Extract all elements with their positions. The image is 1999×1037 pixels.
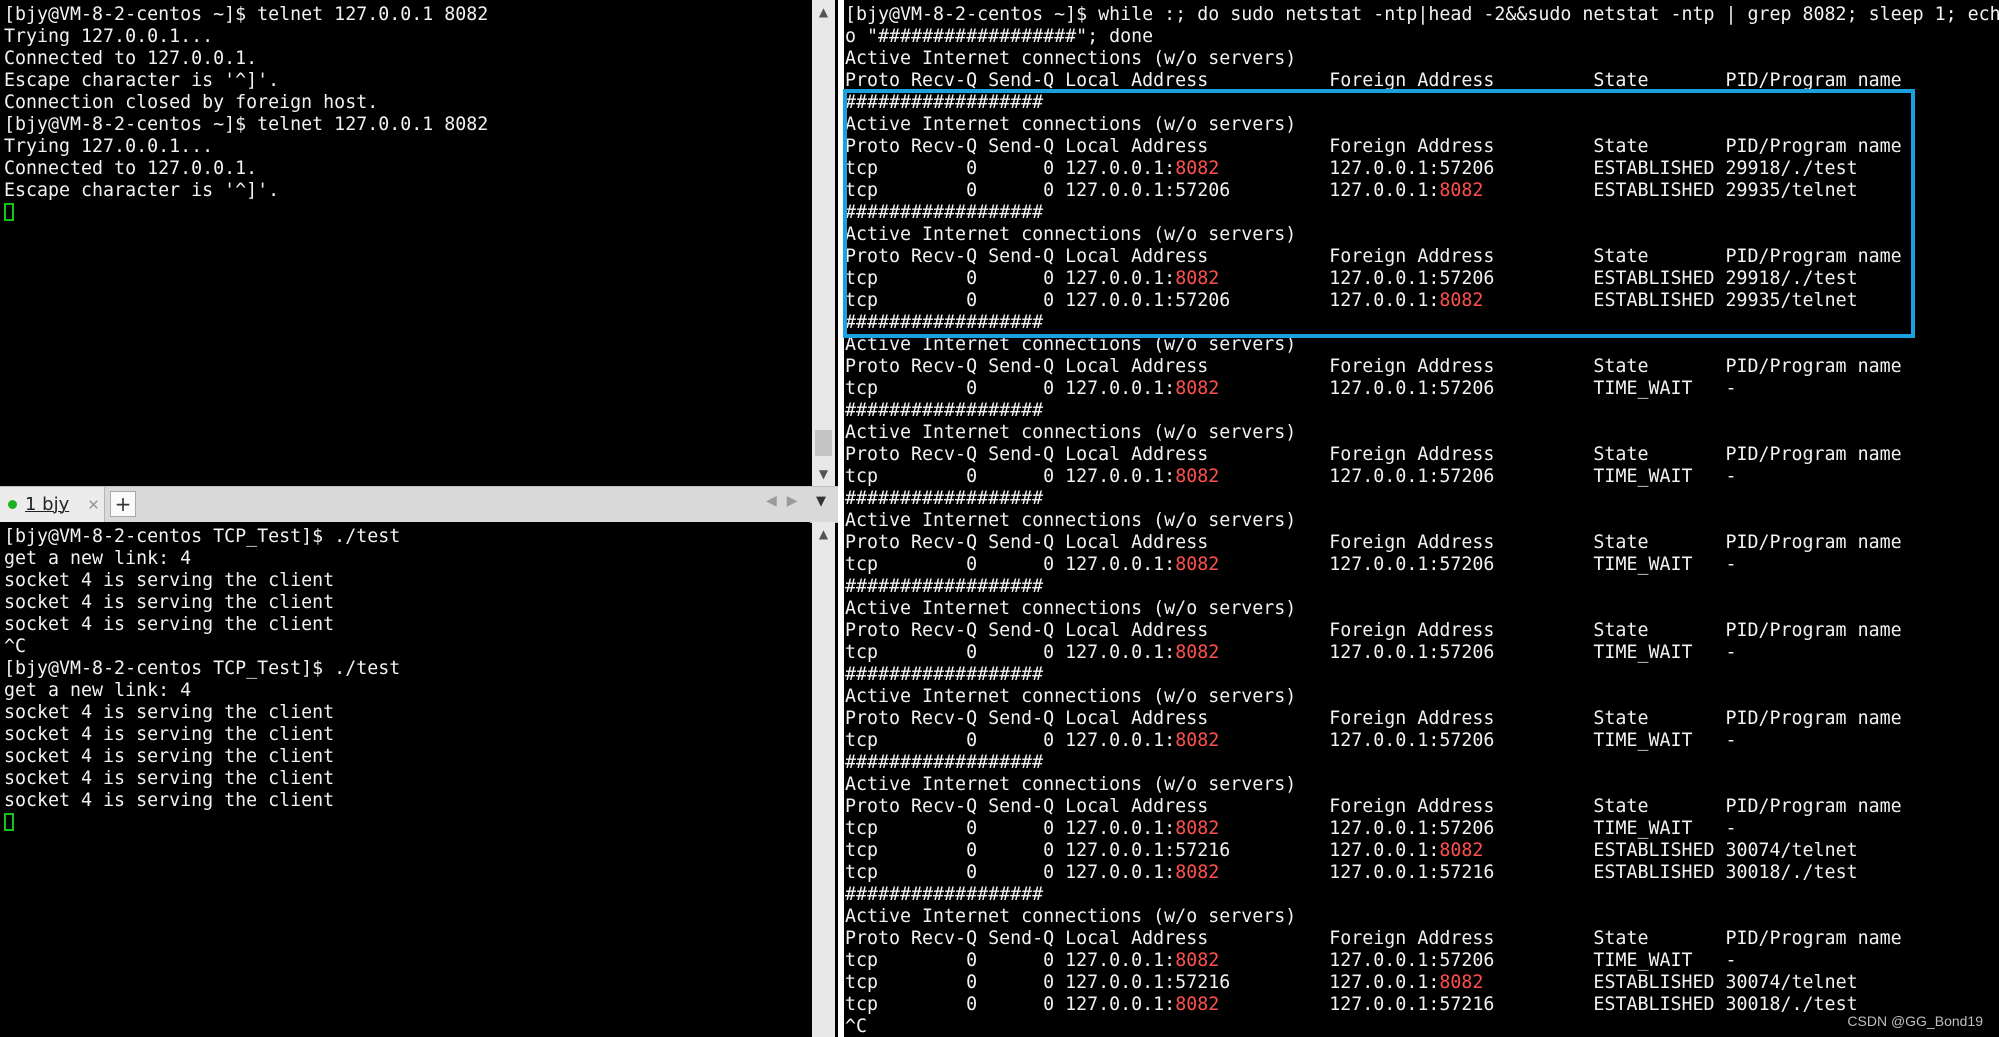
highlighted-port: 8082	[1175, 642, 1220, 663]
terminal-line: tcp 0 0 127.0.0.1:8082 127.0.0.1:57206 T…	[845, 466, 1737, 487]
bottom-left-scrollbar[interactable]: ▲	[812, 522, 835, 1037]
prompt-line	[4, 202, 488, 224]
terminal-line: socket 4 is serving the client	[4, 570, 335, 591]
highlighted-port: 8082	[1175, 554, 1220, 575]
terminal-line: [bjy@VM-8-2-centos TCP_Test]$ ./test	[4, 658, 401, 679]
connected-status-icon	[8, 500, 17, 509]
terminal-line: ##################	[845, 752, 1044, 773]
terminal-line: Proto Recv-Q Send-Q Local Address Foreig…	[845, 356, 1902, 377]
terminal-line: ##################	[845, 664, 1044, 685]
terminal-line: Proto Recv-Q Send-Q Local Address Foreig…	[845, 444, 1902, 465]
tab-prev-icon[interactable]: ◀	[766, 493, 787, 509]
annotation-highlight-box	[843, 89, 1915, 338]
terminal-line: socket 4 is serving the client	[4, 768, 335, 789]
terminal-line: Active Internet connections (w/o servers…	[845, 422, 1297, 443]
terminal-line: Proto Recv-Q Send-Q Local Address Foreig…	[845, 928, 1902, 949]
highlighted-port: 8082	[1439, 840, 1484, 861]
watermark: CSDN @GG_Bond19	[1847, 1013, 1983, 1029]
terminal-line: Active Internet connections (w/o servers…	[845, 774, 1297, 795]
terminal-line: ##################	[845, 488, 1044, 509]
session-tab-bar: 1 bjy ✕ + ◀▶ ▼	[0, 486, 838, 523]
terminal-line: tcp 0 0 127.0.0.1:8082 127.0.0.1:57206 T…	[845, 378, 1737, 399]
terminal-line: ##################	[845, 400, 1044, 421]
terminal-line: tcp 0 0 127.0.0.1:8082 127.0.0.1:57216 E…	[845, 994, 1858, 1015]
terminal-line: tcp 0 0 127.0.0.1:57216 127.0.0.1:8082 E…	[845, 972, 1858, 993]
terminal-line: Escape character is '^]'.	[4, 70, 280, 91]
terminal-line: ^C	[4, 636, 27, 657]
terminal-line: Active Internet connections (w/o servers…	[845, 906, 1297, 927]
highlighted-port: 8082	[1175, 818, 1220, 839]
terminal-line: [bjy@VM-8-2-centos ~]$ telnet 127.0.0.1 …	[4, 114, 489, 135]
scroll-up-icon[interactable]: ▲	[812, 522, 835, 545]
terminal-line: Proto Recv-Q Send-Q Local Address Foreig…	[845, 708, 1902, 729]
terminal-line: [bjy@VM-8-2-centos ~]$ while :; do sudo …	[845, 4, 1999, 25]
highlighted-port: 8082	[1175, 378, 1220, 399]
terminal-line: tcp 0 0 127.0.0.1:8082 127.0.0.1:57206 T…	[845, 554, 1737, 575]
prompt-line	[4, 812, 400, 834]
terminal-line: Connected to 127.0.0.1.	[4, 48, 258, 69]
terminal-line: Connected to 127.0.0.1.	[4, 158, 258, 179]
scroll-down-icon[interactable]: ▼	[812, 462, 835, 485]
tab-nav-arrows: ◀▶	[766, 493, 808, 509]
terminal-line: Trying 127.0.0.1...	[4, 136, 214, 157]
close-tab-icon[interactable]: ✕	[87, 496, 100, 514]
terminal-line: get a new link: 4	[4, 680, 192, 701]
highlighted-port: 8082	[1175, 862, 1220, 883]
terminal-line: socket 4 is serving the client	[4, 746, 335, 767]
terminal-line: ^C	[845, 1016, 868, 1037]
terminal-line: socket 4 is serving the client	[4, 790, 335, 811]
terminal-line: Active Internet connections (w/o servers…	[845, 598, 1297, 619]
terminal-line: socket 4 is serving the client	[4, 702, 335, 723]
terminal-line: Escape character is '^]'.	[4, 180, 280, 201]
terminal-line: Proto Recv-Q Send-Q Local Address Foreig…	[845, 620, 1902, 641]
terminal-line: tcp 0 0 127.0.0.1:8082 127.0.0.1:57216 E…	[845, 862, 1858, 883]
highlighted-port: 8082	[1175, 994, 1220, 1015]
terminal-cursor-icon	[4, 813, 14, 831]
scroll-up-icon[interactable]: ▲	[812, 0, 835, 23]
terminal-line: Connection closed by foreign host.	[4, 92, 379, 113]
terminal-line: socket 4 is serving the client	[4, 592, 335, 613]
tab-next-icon[interactable]: ▶	[787, 493, 808, 509]
top-left-scrollbar[interactable]: ▲ ▼	[812, 0, 835, 486]
highlighted-port: 8082	[1439, 972, 1484, 993]
terminal-line: Active Internet connections (w/o servers…	[845, 48, 1297, 69]
top-left-terminal-pane[interactable]: [bjy@VM-8-2-centos ~]$ telnet 127.0.0.1 …	[0, 0, 810, 486]
highlighted-port: 8082	[1175, 950, 1220, 971]
terminal-line: tcp 0 0 127.0.0.1:8082 127.0.0.1:57206 T…	[845, 642, 1737, 663]
highlighted-port: 8082	[1175, 730, 1220, 751]
top-left-terminal-output: [bjy@VM-8-2-centos ~]$ telnet 127.0.0.1 …	[4, 4, 488, 224]
terminal-line: Active Internet connections (w/o servers…	[845, 510, 1297, 531]
tab-label: 1 bjy	[25, 494, 70, 515]
tab-menu-icon[interactable]: ▼	[816, 494, 826, 509]
terminal-line: tcp 0 0 127.0.0.1:8082 127.0.0.1:57206 T…	[845, 818, 1737, 839]
terminal-line: get a new link: 4	[4, 548, 192, 569]
tab-session-1-bjy[interactable]: 1 bjy ✕	[0, 487, 105, 522]
terminal-line: tcp 0 0 127.0.0.1:8082 127.0.0.1:57206 T…	[845, 730, 1737, 751]
add-tab-button[interactable]: +	[110, 491, 136, 517]
terminal-line: Trying 127.0.0.1...	[4, 26, 214, 47]
bottom-left-terminal-pane[interactable]: [bjy@VM-8-2-centos TCP_Test]$ ./test get …	[0, 522, 810, 1037]
terminal-cursor-icon	[4, 203, 14, 221]
terminal-line: [bjy@VM-8-2-centos TCP_Test]$ ./test	[4, 526, 401, 547]
terminal-line: tcp 0 0 127.0.0.1:57216 127.0.0.1:8082 E…	[845, 840, 1858, 861]
scrollbar-thumb[interactable]	[815, 430, 832, 456]
terminal-line: Proto Recv-Q Send-Q Local Address Foreig…	[845, 532, 1902, 553]
terminal-line: ##################	[845, 576, 1044, 597]
terminal-line: tcp 0 0 127.0.0.1:8082 127.0.0.1:57206 T…	[845, 950, 1737, 971]
terminal-line: socket 4 is serving the client	[4, 724, 335, 745]
highlighted-port: 8082	[1175, 466, 1220, 487]
bottom-left-terminal-output: [bjy@VM-8-2-centos TCP_Test]$ ./test get …	[4, 526, 400, 834]
terminal-line: socket 4 is serving the client	[4, 614, 335, 635]
terminal-line: o "##################"; done	[845, 26, 1154, 47]
terminal-line: Active Internet connections (w/o servers…	[845, 686, 1297, 707]
terminal-line: Proto Recv-Q Send-Q Local Address Foreig…	[845, 796, 1902, 817]
terminal-line: [bjy@VM-8-2-centos ~]$ telnet 127.0.0.1 …	[4, 4, 489, 25]
terminal-line: ##################	[845, 884, 1044, 905]
